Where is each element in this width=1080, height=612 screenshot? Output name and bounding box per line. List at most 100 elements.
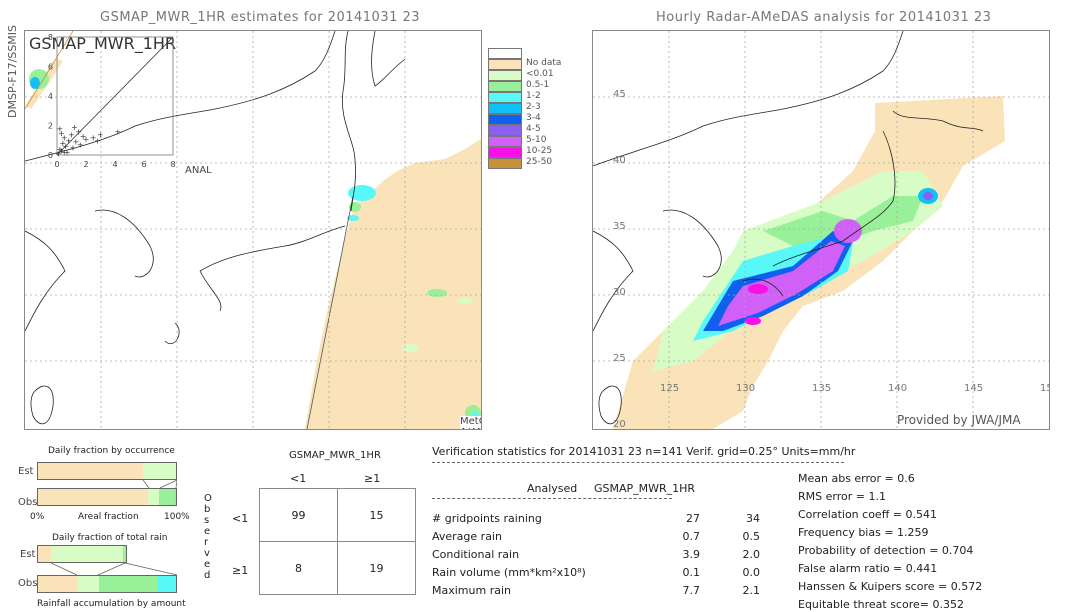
inset-x-tick: 0 [54,160,59,169]
legend-swatch [488,103,522,114]
total-rain-connectors [50,563,177,575]
stat-label: Rain volume (mm*km²x10⁸) [432,566,586,579]
cell-misses: 8 [259,541,338,595]
score-line: Probability of detection = 0.704 [798,544,974,557]
occurrence-connectors [142,480,177,488]
stat-model: 2.0 [742,548,761,561]
lat-tick: 30 [613,287,626,298]
inset-x-tick: 2 [83,160,88,169]
inset-scatter-svg: +++++++++++ ++ + + ++ ++ ++++ 864200 2 4 6 8 [48,33,176,169]
legend-label: 2-3 [526,102,541,112]
score-line: Equitable threat score= 0.352 [798,598,964,611]
occurrence-obs-bar [37,488,177,506]
legend-label: 5-10 [526,135,547,145]
rain-patch [402,344,418,352]
inset-y-tick: 8 [48,33,53,42]
lat-tick: 25 [613,353,626,364]
left-map: GSMAP_MWR_1HR + + + + + + + + + + + + + + + + + + + + + + + 86… [24,30,482,430]
score-line: Mean abs error = 0.6 [798,472,915,485]
legend-swatch [488,136,522,147]
inset-y-tick: 4 [48,92,53,101]
inset-x-tick: 8 [170,160,175,169]
bar-segment [123,546,126,562]
rain-10-25 [745,317,761,325]
observed-label: Observed [204,493,212,581]
col-header-lt1: <1 [290,472,307,485]
inset-x-label: ANAL [185,165,212,176]
stat-label: Conditional rain [432,548,520,561]
occurrence-est-bar [37,462,177,480]
row-header-ge1: ≥1 [232,564,249,577]
scatter-point: + [115,127,122,136]
bar-segment [156,576,176,592]
stat-label: Maximum rain [432,584,511,597]
right-map: 45 40 35 30 25 20 125 130 135 140 145 15 Provided … [592,30,1050,430]
bar-segment [38,463,143,479]
stat-label: Average rain [432,530,502,543]
stat-model: 34 [746,512,760,525]
scatter-point: + [61,148,68,157]
satellite-sensor-label: DMSP-F17/SSMIS [6,24,19,118]
occurrence-obs-label: Obs [18,497,38,508]
cell-hits-none: 99 [259,488,338,542]
legend-label: <0.01 [526,69,554,79]
stat-analysed: 27 [686,512,700,525]
bar-segment [148,489,160,505]
stat-analysed: 0.7 [682,530,701,543]
total-rain-obs-label: Obs [18,578,38,589]
legend-label: 0.5-1 [526,80,550,90]
rain-4-5 [923,192,933,200]
legend-swatch [488,147,522,158]
lon-tick: 140 [888,383,908,394]
legend-swatch [488,92,522,103]
bar-segment [38,489,149,505]
bar-segment [159,489,175,505]
lon-tick: 145 [964,383,984,394]
stat-model: 0.0 [742,566,761,579]
col-model: GSMAP_MWR_1HR [594,482,696,495]
color-legend: No data <0.01 0.5-1 1-2 2-3 3-4 4-5 5-10 10-25 25… [488,48,568,188]
stat-model: 0.5 [742,530,761,543]
axis-right: 100% [164,512,190,522]
cell-false-alarms: 15 [337,488,416,542]
inset-scatter: + + + + + + + + + + + + + + + + + + + + + + + 8642002468 [25,31,185,171]
rain-patch [427,289,447,297]
score-line: Frequency bias = 1.259 [798,526,929,539]
col-analysed: Analysed [527,482,578,495]
left-map-title: GSMAP_MWR_1HR estimates for 20141031 23 [100,10,421,25]
axis-label: Areal fraction [78,512,139,522]
total-rain-obs-bar [37,575,177,593]
lon-tick: 135 [812,383,832,394]
legend-swatch [488,70,522,81]
lon-tick: 15 [1040,383,1049,394]
legend-swatch [488,158,522,169]
axis-left: 0% [30,512,45,522]
stat-analysed: 7.7 [682,584,701,597]
score-line: Correlation coeff = 0.541 [798,508,937,521]
lat-tick: 40 [613,155,626,166]
stat-analysed: 0.1 [682,566,701,579]
col-header-ge1: ≥1 [364,472,381,485]
bar-segment [142,463,176,479]
rain-patch [457,298,473,304]
legend-swatch [488,114,522,125]
legend-swatch [488,59,522,70]
legend-swatch [488,125,522,136]
lon-tick: 125 [660,383,680,394]
bar-segment [78,576,99,592]
right-map-canvas [593,31,1049,429]
rain-10-25 [748,284,768,294]
right-map-title: Hourly Radar-AMeDAS analysis for 2014103… [656,10,992,25]
occurrence-title: Daily fraction by occurrence [48,446,175,456]
total-rain-caption: Rainfall accumulation by amount [37,599,186,609]
scatter-point: + [77,141,84,150]
columns-divider [432,498,672,499]
legend-label: 25-50 [526,157,553,167]
row-header-lt1: <1 [232,512,249,525]
inset-x-tick: 4 [112,160,117,169]
cell-hits: 19 [337,541,416,595]
legend-label: 1-2 [526,91,541,101]
contingency-table: 99 15 8 19 [259,488,416,595]
score-line: Hanssen & Kuipers score = 0.572 [798,580,983,593]
legend-label: 4-5 [526,124,541,134]
